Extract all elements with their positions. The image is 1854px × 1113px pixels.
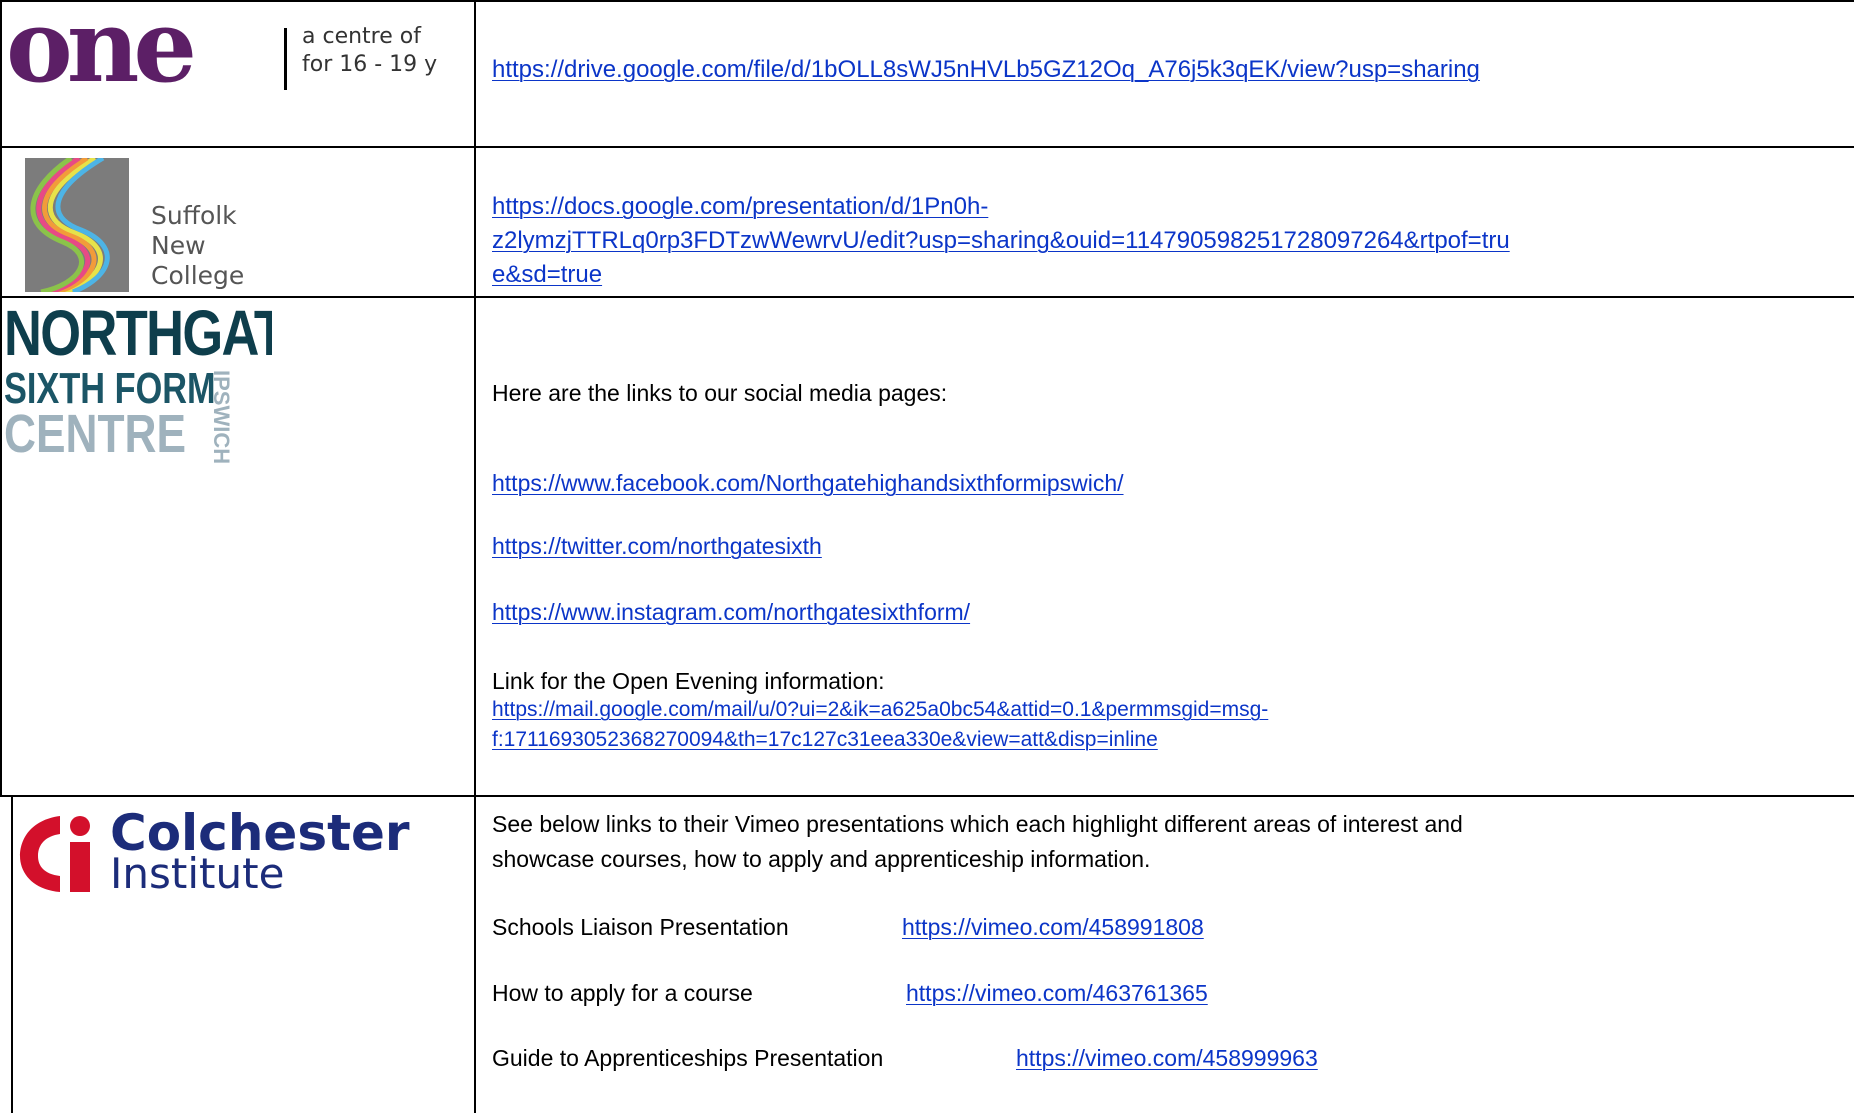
row-divider-1	[0, 146, 1854, 148]
suffolk-presentation-link-line-3[interactable]: e&sd=true	[492, 261, 602, 288]
northgate-open-evening-link-line-1[interactable]: https://mail.google.com/mail/u/0?ui=2&ik…	[492, 697, 1268, 722]
colchester-logo-line-2: Institute	[110, 849, 285, 898]
northgate-logo-side-text: IPSWICH	[209, 370, 234, 465]
northgate-facebook-link[interactable]: https://www.facebook.com/Northgatehighan…	[492, 470, 1124, 497]
one-wordmark: one	[6, 2, 197, 105]
one-tagline-1: a centre of	[302, 24, 421, 49]
how-to-apply-label: How to apply for a course	[492, 980, 753, 1006]
one-tagline-2: for 16 - 19 y	[302, 52, 438, 77]
suffolk-logo-line-3: College	[151, 261, 245, 290]
suffolk-swirl-icon	[30, 158, 110, 292]
colchester-institute-logo: Colchester Institute	[18, 808, 418, 898]
colchester-ci-icon	[20, 816, 90, 892]
how-to-apply-link[interactable]: https://vimeo.com/463761365	[906, 980, 1208, 1007]
suffolk-presentation-link-line-2[interactable]: z2lymzjTTRLq0rp3FDTzwWewrvU/edit?usp=sha…	[492, 227, 1510, 254]
suffolk-logo-line-2: New	[151, 231, 206, 260]
column-divider	[474, 0, 476, 1113]
suffolk-new-college-logo: Suffolk New College	[25, 158, 285, 292]
one-logo-divider	[284, 28, 287, 90]
apprenticeships-link[interactable]: https://vimeo.com/458999963	[1016, 1045, 1318, 1072]
suffolk-logo-line-1: Suffolk	[151, 201, 237, 230]
northgate-social-intro: Here are the links to our social media p…	[492, 380, 948, 406]
northgate-logo-line-3: CENTRE	[4, 404, 187, 464]
row-divider-2	[0, 296, 1854, 298]
apprenticeships-label: Guide to Apprenticeships Presentation	[492, 1045, 884, 1071]
schools-liaison-link[interactable]: https://vimeo.com/458991808	[902, 914, 1204, 941]
colchester-intro-line-1: See below links to their Vimeo presentat…	[492, 811, 1463, 837]
northgate-twitter-link[interactable]: https://twitter.com/northgatesixth	[492, 533, 822, 560]
northgate-logo: NORTHGATE SIXTH FORM CENTRE IPSWICH	[4, 298, 272, 538]
one-logo: one a centre of for 16 - 19 y	[2, 2, 472, 145]
one-drive-link[interactable]: https://drive.google.com/file/d/1bOLL8sW…	[492, 56, 1480, 83]
table-left-border-lower	[11, 795, 13, 1113]
schools-liaison-label: Schools Liaison Presentation	[492, 914, 789, 940]
northgate-open-evening-label: Link for the Open Evening information:	[492, 668, 885, 694]
colchester-intro-line-2: showcase courses, how to apply and appre…	[492, 846, 1151, 872]
suffolk-presentation-link-line-1[interactable]: https://docs.google.com/presentation/d/1…	[492, 193, 988, 220]
northgate-instagram-link[interactable]: https://www.instagram.com/northgatesixth…	[492, 599, 970, 626]
row-divider-3	[0, 795, 1854, 797]
northgate-logo-line-1: NORTHGATE	[4, 298, 272, 369]
northgate-open-evening-link-line-2[interactable]: f:1711693052368270094&th=17c127c31eea330…	[492, 727, 1158, 752]
